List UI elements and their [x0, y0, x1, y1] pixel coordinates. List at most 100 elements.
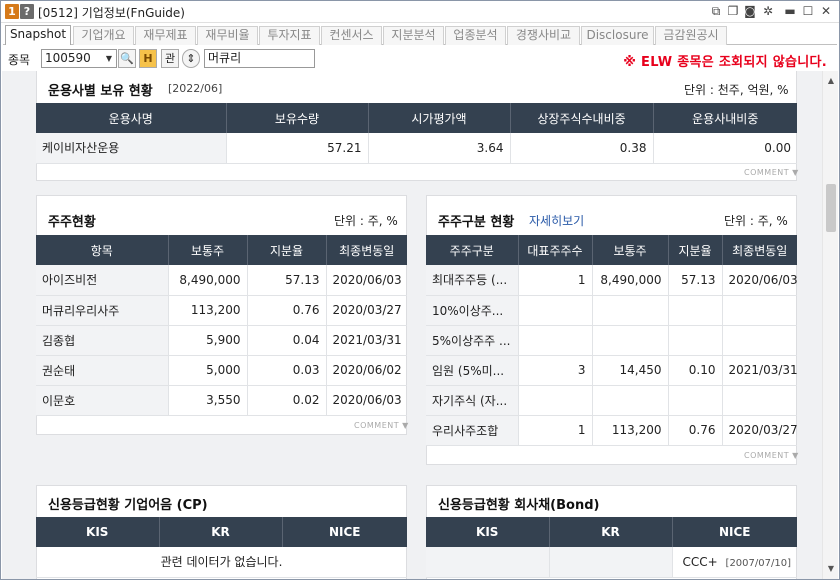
table-cell	[592, 295, 669, 326]
tab-company-overview[interactable]: 기업개요	[73, 26, 134, 45]
table-cell: 2021/03/31	[722, 355, 797, 386]
shareholder-types-comment-toggle[interactable]: COMMENT ▼	[744, 451, 799, 460]
tab-disclosure[interactable]: Disclosure	[581, 26, 654, 45]
tab-bar: Snapshot 기업개요 재무제표 재무비율 투자지표 컨센서스 지분분석 업…	[3, 25, 837, 45]
tab-ownership-analysis[interactable]: 지분분석	[383, 26, 444, 45]
empty-message: 관련 데이터가 없습니다.	[36, 547, 407, 578]
table-header-row: 항목 보통주 지분율 최종변동일	[36, 235, 407, 265]
screen-number-badge[interactable]: 1	[5, 4, 19, 19]
fund-holdings-table: 운용사명 보유수량 시가평가액 상장주식수내비중 운용사내비중 케이비자산운용 …	[36, 103, 797, 164]
column-header: 시가평가액	[368, 103, 511, 133]
close-icon[interactable]: ✕	[819, 4, 833, 18]
table-cell[interactable]: 5%이상주주 ...	[426, 325, 519, 356]
stepper-button[interactable]: ⇕	[182, 49, 200, 68]
column-header: KIS	[426, 517, 550, 547]
table-cell	[668, 295, 723, 326]
tab-financial-ratios[interactable]: 재무비율	[197, 26, 258, 45]
table-cell[interactable]: 최대주주등 (...	[426, 265, 519, 296]
fund-holdings-date: [2022/06]	[168, 82, 223, 95]
column-header: KR	[159, 517, 283, 547]
main-content: 운용사별 보유 현황 [2022/06] 단위 : 천주, 억원, % 운용사명…	[2, 71, 822, 579]
table-cell: 57.13	[247, 265, 327, 296]
table-cell	[518, 295, 593, 326]
shareholder-types-table: 주주구분 대표주주수 보통주 지분율 최종변동일 최대주주등 (... 1 8,…	[426, 235, 797, 446]
tab-fss-disclosure[interactable]: 금감원공시	[655, 26, 727, 45]
vertical-scrollbar[interactable]: ▲ ▼	[822, 71, 838, 579]
search-toolbar: 종목 100590 ▼ 🔍 H 관 ⇕ 머큐리 ※ ELW 종목은 조회되지 않…	[1, 46, 839, 70]
chevron-down-icon[interactable]: ▼	[102, 50, 116, 67]
table-row: CCC+ [2007/07/10]	[426, 547, 797, 578]
table-cell: 이문호	[36, 385, 169, 416]
column-header: NICE	[282, 517, 407, 547]
tab-industry-analysis[interactable]: 업종분석	[445, 26, 506, 45]
history-button[interactable]: H	[139, 49, 157, 68]
table-cell: 2021/03/31	[326, 325, 407, 356]
table-cell	[668, 325, 723, 356]
table-cell: 권순태	[36, 355, 169, 386]
tab-competitor-comparison[interactable]: 경쟁사비교	[507, 26, 580, 45]
table-cell: 2020/06/02	[326, 355, 407, 386]
scroll-down-icon[interactable]: ▼	[823, 561, 839, 577]
tab-financial-statements[interactable]: 재무제표	[135, 26, 196, 45]
fund-comment-toggle[interactable]: COMMENT ▼	[744, 168, 799, 177]
gear-icon[interactable]: ✲	[761, 4, 775, 18]
table-cell[interactable]: 우리사주조합	[426, 415, 519, 446]
column-header: 운용사내비중	[653, 103, 797, 133]
table-cell: 아이즈비전	[36, 265, 169, 296]
column-header: 대표주주수	[518, 235, 593, 265]
maximize-icon[interactable]: ☐	[801, 4, 815, 18]
tab-investment-indicators[interactable]: 투자지표	[259, 26, 320, 45]
table-cell[interactable]: 자기주식 (자...	[426, 385, 519, 416]
stock-code-input[interactable]: 100590 ▼	[41, 49, 117, 68]
table-cell	[722, 295, 797, 326]
search-button[interactable]: 🔍	[118, 49, 136, 68]
shareholder-types-unit: 단위 : 주, %	[724, 214, 788, 228]
minimize-icon[interactable]: ▬	[783, 4, 797, 18]
column-header: 최종변동일	[722, 235, 797, 265]
table-cell: 3.64	[368, 133, 511, 164]
column-header: 지분율	[668, 235, 723, 265]
table-cell: 3,550	[168, 385, 248, 416]
column-header: 항목	[36, 235, 169, 265]
table-cell: 0.76	[668, 415, 723, 446]
table-cell: 57.21	[226, 133, 369, 164]
link-icon[interactable]: ⧉	[709, 4, 723, 18]
table-cell: 2020/03/27	[326, 295, 407, 326]
table-cell	[518, 385, 593, 416]
column-header: 지분율	[247, 235, 327, 265]
tab-snapshot[interactable]: Snapshot	[5, 25, 71, 45]
table-row: 김종협 5,900 0.04 2021/03/31	[36, 325, 407, 356]
table-cell	[592, 325, 669, 356]
help-badge[interactable]: ?	[20, 4, 34, 19]
column-header: 최종변동일	[326, 235, 407, 265]
table-cell: 3	[518, 355, 593, 386]
nice-rating-date: [2007/07/10]	[725, 557, 791, 569]
view-details-link[interactable]: 자세히보기	[529, 212, 584, 229]
copy-icon[interactable]: ❐	[726, 4, 740, 18]
tab-consensus[interactable]: 컨센서스	[321, 26, 382, 45]
table-cell: 14,450	[592, 355, 669, 386]
stock-name-field[interactable]: 머큐리	[204, 49, 315, 68]
table-cell	[722, 325, 797, 356]
table-row: 케이비자산운용 57.21 3.64 0.38 0.00	[36, 133, 797, 164]
credit-bond-table: KIS KR NICE CCC+ [2007/07/10]	[426, 517, 797, 578]
table-cell[interactable]: 임원 (5%미...	[426, 355, 519, 386]
table-cell: 8,490,000	[592, 265, 669, 296]
camera-icon[interactable]: ◙	[743, 4, 757, 18]
table-row: 권순태 5,000 0.03 2020/06/02	[36, 355, 407, 386]
table-row: 5%이상주주 ...	[426, 325, 797, 356]
table-cell: 2020/06/03	[326, 265, 407, 296]
table-cell	[722, 385, 797, 416]
scroll-thumb[interactable]	[826, 184, 836, 232]
table-cell: 김종협	[36, 325, 169, 356]
elw-notice: ※ ELW 종목은 조회되지 않습니다.	[623, 55, 827, 70]
credit-bond-title: 신용등급현황 회사채(Bond)	[438, 498, 600, 513]
table-cell: 2020/06/03	[326, 385, 407, 416]
table-cell: 113,200	[592, 415, 669, 446]
shareholders-comment-toggle[interactable]: COMMENT ▼	[354, 421, 409, 430]
shareholders-unit: 단위 : 주, %	[334, 214, 398, 228]
table-cell: 0.76	[247, 295, 327, 326]
scroll-up-icon[interactable]: ▲	[823, 73, 839, 89]
watchlist-button[interactable]: 관	[161, 49, 179, 68]
table-cell[interactable]: 10%이상주...	[426, 295, 519, 326]
